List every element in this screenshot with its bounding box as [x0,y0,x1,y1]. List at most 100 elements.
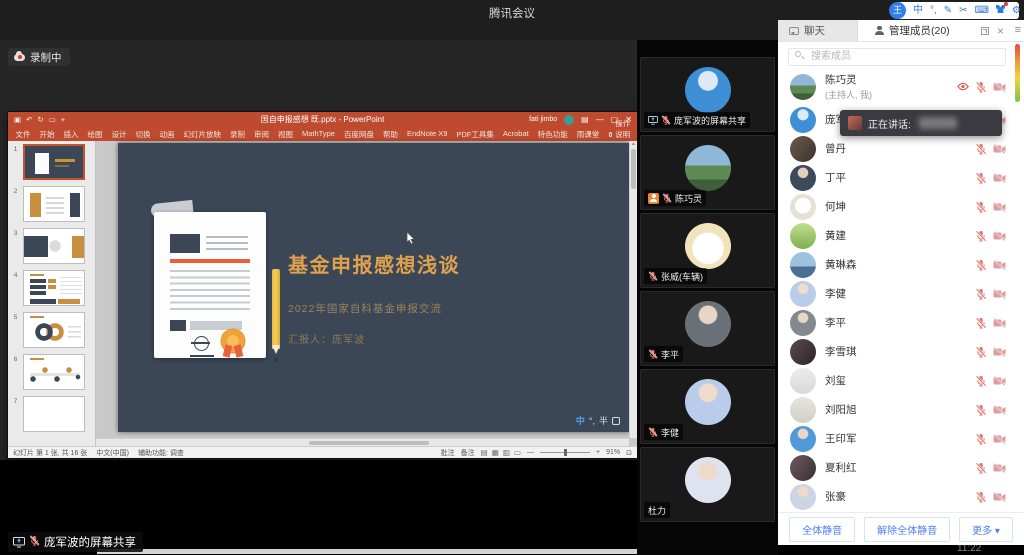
more-button[interactable]: 更多 ▾ [959,517,1013,542]
slideshow-icon[interactable]: ▭ [49,112,56,127]
member-row[interactable]: 丁平 [778,163,1010,192]
mic-muted-icon[interactable] [975,259,987,271]
notes-toggle[interactable]: 备注 [461,448,475,458]
panel-menu-icon[interactable]: ≡ [1015,24,1021,36]
thumbnail-preview[interactable] [23,228,85,264]
close-panel-icon[interactable]: × [997,25,1004,37]
pen-icon[interactable]: ✎ [944,2,952,19]
camera-off-icon[interactable] [993,492,1006,502]
mic-muted-icon[interactable] [975,201,987,213]
slideshow-view-icon[interactable]: ▭ [514,448,521,457]
mic-muted-icon[interactable] [648,427,658,437]
ribbon-tab[interactable]: 切换 [131,129,155,140]
slide-thumbnail[interactable]: 2 [8,186,95,222]
slide-thumbnail[interactable]: 5 [8,312,95,348]
ribbon-tab[interactable]: PDF工具集 [452,129,499,140]
camera-off-icon[interactable] [993,231,1006,241]
member-row[interactable]: 李平 [778,308,1010,337]
redo-icon[interactable]: ↻ [37,112,43,127]
camera-off-icon[interactable] [993,347,1006,357]
camera-off-icon[interactable] [993,434,1006,444]
tab-chat[interactable]: 聊天 [778,20,858,41]
zoom-out-button[interactable]: — [527,449,534,456]
member-row[interactable]: 刘玺 [778,366,1010,395]
comments-toggle[interactable]: 批注 [441,448,455,458]
save-icon[interactable]: ▣ [14,112,21,127]
ribbon-tab[interactable]: 插入 [59,129,83,140]
mic-muted-icon[interactable] [975,317,987,329]
keyboard-icon[interactable]: ⌨ [975,2,989,19]
ime-toolbar[interactable]: 王 中°,✎✂⌨⚙ [897,2,1019,19]
ribbon-tab[interactable]: 百度网盘 [339,129,378,140]
ribbon-tab[interactable]: MathType [298,129,340,140]
video-tile[interactable]: 杜力 [640,447,775,522]
ribbon-tab[interactable]: 开始 [35,129,59,140]
thumbnail-preview[interactable] [23,186,85,222]
video-tile[interactable]: 李平 [640,291,775,366]
ribbon-tab[interactable]: Acrobat [498,129,533,140]
close-icon[interactable]: ✕ [625,115,632,124]
slide-thumbnail[interactable]: 4 [8,270,95,306]
mic-muted-icon[interactable] [975,230,987,242]
member-row[interactable]: 李健 [778,279,1010,308]
mute-all-button[interactable]: 全体静音 [789,517,855,542]
member-row[interactable]: 王印军 [778,424,1010,453]
accessibility-status[interactable]: 辅助功能: 调查 [138,448,184,458]
ppt-account-avatar[interactable] [564,115,574,125]
slide-thumbnail[interactable]: 7 [8,396,95,432]
display-settings-icon[interactable]: ▤ [581,115,589,124]
mic-muted-icon[interactable] [662,193,672,203]
maximize-icon[interactable]: ▢ [611,115,619,124]
zoom-slider[interactable] [540,452,590,453]
slide-thumbnail[interactable]: 6 [8,354,95,390]
mic-muted-icon[interactable] [648,349,658,359]
fit-slide-icon[interactable]: ⊡ [626,449,632,457]
video-tile[interactable]: 庞军波的屏幕共享 [640,57,775,132]
mic-muted-icon[interactable] [975,346,987,358]
camera-off-icon[interactable] [993,463,1006,473]
mic-muted-icon[interactable] [975,433,987,445]
member-row[interactable]: 张豪 [778,482,1010,511]
member-row[interactable]: 何坤 [778,192,1010,221]
ribbon-tab[interactable]: 文件 [11,129,35,140]
mic-muted-icon[interactable] [29,535,40,546]
camera-off-icon[interactable] [993,173,1006,183]
ribbon-tab[interactable]: 特色功能 [533,129,572,140]
scissors-icon[interactable]: ✂ [959,2,967,19]
slide-thumbnail-panel[interactable]: 1234567 [8,141,96,446]
member-row[interactable]: 李雪琪 [778,337,1010,366]
camera-off-icon[interactable] [993,82,1006,92]
member-row[interactable]: 黄建 [778,221,1010,250]
mic-muted-icon[interactable] [975,288,987,300]
ribbon-tab[interactable]: 设计 [107,129,131,140]
mic-muted-icon[interactable] [975,143,987,155]
camera-off-icon[interactable] [993,289,1006,299]
ribbon-tab[interactable]: 雨课堂 [572,129,604,140]
vertical-scrollbar[interactable]: ▲ [629,141,637,438]
unmute-all-button[interactable]: 解除全体静音 [864,517,950,542]
undo-icon[interactable]: ↶ [26,112,32,127]
language-status[interactable]: 中文(中国) [96,448,129,458]
mic-muted-icon[interactable] [975,491,987,503]
zoom-in-button[interactable]: + [596,449,600,456]
video-tile[interactable]: 陈巧灵 [640,135,775,210]
camera-off-icon[interactable] [993,405,1006,415]
ribbon-tab[interactable]: 帮助 [378,129,402,140]
ppt-title-bar[interactable]: ▣↶↻▭+ 国自申报感想 既.pptx - PowerPoint fati ji… [8,112,637,127]
scroll-indicator-bar[interactable] [1015,44,1020,102]
mic-muted-icon[interactable] [975,404,987,416]
slide-thumbnail[interactable]: 1 [8,144,95,180]
lang-mode-icon[interactable]: 中 [913,2,923,19]
ribbon-tab[interactable]: 绘图 [83,129,107,140]
reading-view-icon[interactable]: ▥ [503,448,510,457]
mic-muted-icon[interactable] [975,375,987,387]
ribbon-tab[interactable]: 录制 [226,129,250,140]
customize-icon[interactable]: + [61,112,65,127]
recording-badge[interactable]: 录制中 [8,48,70,66]
search-members-input[interactable] [788,48,1006,66]
mic-muted-icon[interactable] [648,271,658,281]
current-slide[interactable]: 基金申报感想浅谈 2022年国家自科基金申报交流 汇报人：庞军波 中 °, 半 [118,143,630,432]
slide-sorter-icon[interactable]: ▦ [492,448,499,457]
camera-off-icon[interactable] [993,144,1006,154]
thumbnail-preview[interactable] [23,144,85,180]
